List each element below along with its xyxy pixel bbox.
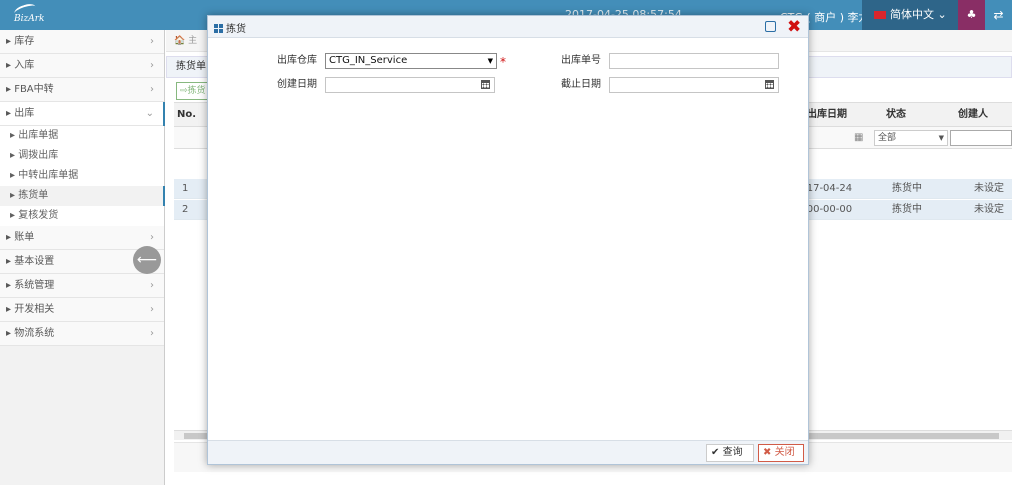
- column-header-no[interactable]: No.: [177, 103, 196, 127]
- creator-filter-input[interactable]: [950, 130, 1012, 146]
- warehouse-select[interactable]: CTG_IN_Service ▼: [325, 53, 497, 69]
- language-menu[interactable]: 简体中文 ⌄: [862, 0, 958, 30]
- deadline-label: 截止日期: [561, 79, 601, 90]
- column-header-date[interactable]: 出库日期: [807, 103, 847, 127]
- sidebar-subitem-outbound-docs[interactable]: ▸ 出库单据: [0, 126, 164, 146]
- order-no-input[interactable]: [609, 53, 779, 69]
- chevron-right-icon: ›: [150, 60, 154, 71]
- sidebar-item-inventory[interactable]: ▸ 库存 ›: [0, 30, 164, 54]
- query-button[interactable]: ✔ 查询: [706, 444, 754, 462]
- deadline-input[interactable]: [609, 77, 779, 93]
- switch-arrows-icon[interactable]: ⇄: [985, 0, 1012, 30]
- chevron-right-icon: ›: [150, 304, 154, 315]
- status-filter-select[interactable]: 全部 ▼: [874, 130, 948, 146]
- sidebar-item-dev[interactable]: ▸ 开发相关 ›: [0, 298, 164, 322]
- check-icon: ✔: [711, 447, 720, 458]
- created-date-input[interactable]: [325, 77, 495, 93]
- language-label: 简体中文 ⌄: [890, 8, 947, 21]
- chevron-down-icon: ⌄: [145, 108, 154, 119]
- calendar-icon[interactable]: [481, 80, 490, 89]
- sidebar-item-inbound[interactable]: ▸ 入库 ›: [0, 54, 164, 78]
- sidebar-item-system-admin[interactable]: ▸ 系统管理 ›: [0, 274, 164, 298]
- calendar-icon[interactable]: ▦: [854, 127, 863, 149]
- chevron-right-icon: ›: [150, 280, 154, 291]
- chevron-right-icon: ›: [150, 36, 154, 47]
- dialog-footer: ✔ 查询 ✖ 关闭: [208, 440, 808, 464]
- chevron-right-icon: ›: [150, 328, 154, 339]
- dialog-title: 拣货: [214, 20, 246, 35]
- picking-dialog: 拣货 ✖ 出库仓库 CTG_IN_Service ▼ * 出库单号 创建日期 截止…: [207, 15, 809, 465]
- column-header-creator[interactable]: 创建人: [958, 103, 988, 127]
- x-icon: ✖: [763, 447, 772, 458]
- grid-icon: [214, 24, 223, 33]
- maximize-icon[interactable]: [765, 21, 776, 32]
- sidebar: ▸ 库存 › ▸ 入库 › ▸ FBA中转 › ▸ 出库 ⌄ ▸ 出库单据 ▸ 调拨出库…: [0, 30, 165, 485]
- column-header-status[interactable]: 状态: [886, 103, 906, 127]
- calendar-icon[interactable]: [765, 80, 774, 89]
- close-icon[interactable]: ✖: [787, 16, 801, 38]
- sidebar-subitem-picking-list[interactable]: ▸ 拣货单: [0, 186, 165, 206]
- sidebar-item-billing[interactable]: ▸ 账单 ›: [0, 226, 164, 250]
- chevron-right-icon: ›: [150, 84, 154, 95]
- close-button[interactable]: ✖ 关闭: [758, 444, 804, 462]
- created-date-label: 创建日期: [277, 79, 317, 90]
- china-flag-icon: [874, 11, 886, 19]
- dropdown-arrow-icon: ▼: [487, 57, 493, 65]
- warehouse-label: 出库仓库: [277, 55, 317, 66]
- sidebar-item-fba-transfer[interactable]: ▸ FBA中转 ›: [0, 78, 164, 102]
- sidebar-subitem-transfer-out[interactable]: ▸ 调拨出库: [0, 146, 164, 166]
- dialog-header: 拣货 ✖: [208, 16, 808, 38]
- sidebar-item-outbound[interactable]: ▸ 出库 ⌄: [0, 102, 165, 126]
- sidebar-item-logistics[interactable]: ▸ 物流系统 ›: [0, 322, 164, 346]
- app-logo[interactable]: BizArk: [12, 1, 52, 25]
- sidebar-subitem-transit-docs[interactable]: ▸ 中转出库单据: [0, 166, 164, 186]
- sidebar-collapse-icon[interactable]: ⟵: [133, 246, 161, 274]
- required-marker: *: [500, 55, 506, 69]
- sidebar-subitem-review-ship[interactable]: ▸ 复核发货: [0, 206, 164, 226]
- order-no-label: 出库单号: [561, 55, 601, 66]
- notification-icon[interactable]: ♣: [958, 0, 985, 30]
- pick-button[interactable]: ⇨拣货: [176, 82, 210, 100]
